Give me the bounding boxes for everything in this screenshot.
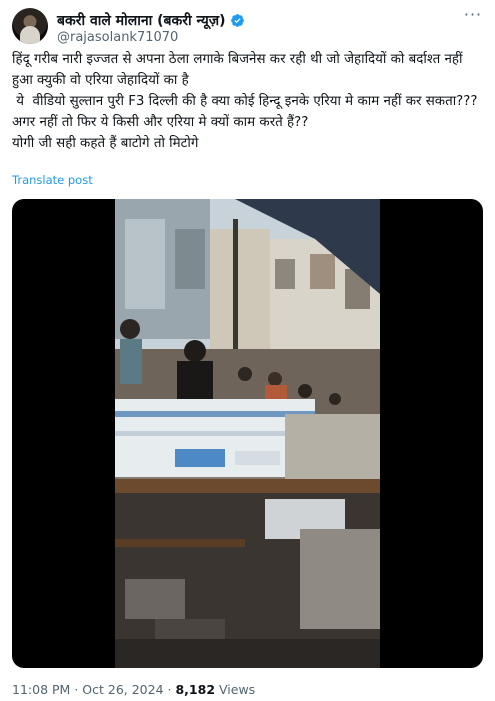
- author-handle[interactable]: @rajasolank71070: [57, 30, 178, 45]
- tweet-footer: 11:08 PM · Oct 26, 2024 · 8,182 Views: [12, 682, 255, 697]
- author-name-row: बकरी वाले मोलाना (बकरी न्यूज़): [57, 11, 245, 30]
- video-frame[interactable]: [115, 199, 380, 668]
- more-options-icon[interactable]: ···: [463, 7, 483, 28]
- video-player[interactable]: [12, 199, 483, 668]
- post-date[interactable]: Oct 26, 2024: [82, 682, 163, 697]
- video-thumbnail: [115, 199, 380, 668]
- views-label: Views: [219, 682, 256, 697]
- tweet-header: बकरी वाले मोलाना (बकरी न्यूज़) @rajasola…: [12, 7, 483, 48]
- tweet-text: हिंदू गरीब नारी इज्जत से अपना ठेला लगाके…: [12, 52, 478, 151]
- verified-badge-icon[interactable]: [230, 13, 245, 28]
- views-count: 8,182: [175, 682, 216, 697]
- avatar[interactable]: [12, 8, 48, 44]
- translate-post-link[interactable]: Translate post: [12, 173, 93, 187]
- separator: ·: [74, 682, 79, 697]
- author-display-name[interactable]: बकरी वाले मोलाना (बकरी न्यूज़): [57, 11, 226, 30]
- post-time[interactable]: 11:08 PM: [12, 682, 70, 697]
- separator: ·: [167, 682, 172, 697]
